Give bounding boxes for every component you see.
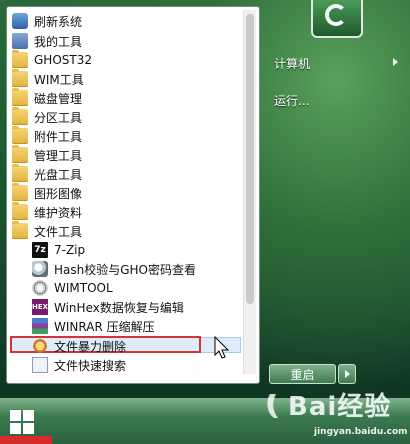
mouse-pointer-icon [214, 336, 230, 359]
menu-folder-accessory-tools[interactable]: 附件工具 [12, 126, 83, 145]
menu-folder-admin-tools[interactable]: 管理工具 [12, 145, 83, 164]
menu-folder-wim-tools[interactable]: WIM工具 [12, 69, 84, 88]
menu-item-label: 维护资料 [34, 205, 83, 220]
menu-item-label: 7-Zip [54, 243, 86, 257]
right-panel-run[interactable]: 运行... [274, 92, 309, 109]
scrollbar-thumb[interactable] [246, 14, 254, 304]
user-avatar[interactable] [311, 0, 363, 38]
menu-folder-disc-tools[interactable]: 光盘工具 [12, 164, 83, 183]
folder-icon [12, 202, 28, 220]
refresh-app-icon [12, 13, 28, 29]
menu-folder-file-tools[interactable]: 文件工具 [12, 221, 83, 240]
start-button-highlight-bar [0, 436, 52, 444]
menu-folder-disk-management[interactable]: 磁盘管理 [12, 88, 83, 107]
menu-item-winhex[interactable]: HEX WinHex数据恢复与编辑 [32, 298, 184, 316]
folder-icon [12, 221, 28, 239]
menu-item-label: 刷新系统 [34, 14, 83, 29]
folder-icon [12, 145, 28, 163]
menu-folder-graphics[interactable]: 图形图像 [12, 183, 83, 202]
folder-icon [12, 69, 28, 87]
7zip-icon: 7z [32, 242, 48, 258]
shutdown-options-arrow-button[interactable] [338, 364, 356, 384]
folder-icon [12, 126, 28, 144]
watermark-brand: Bai经验 [288, 392, 392, 422]
menu-item-winrar[interactable]: WINRAR 压缩解压 [32, 317, 155, 335]
menu-item-label: 我的工具 [34, 34, 83, 49]
menu-item-label: 分区工具 [34, 110, 83, 125]
menu-item-label: 文件暴力删除 [54, 339, 127, 354]
folder-icon [12, 88, 28, 106]
menu-item-label: 文件工具 [34, 224, 83, 239]
winrar-icon [32, 318, 48, 334]
folder-icon [12, 107, 28, 125]
folder-icon [12, 50, 28, 68]
menu-item-label: 光盘工具 [34, 167, 83, 182]
menu-item-label: WIM工具 [34, 72, 84, 87]
hash-icon [32, 261, 48, 277]
menu-item-refresh-system[interactable]: 刷新系统 [12, 12, 82, 30]
file-search-icon [32, 357, 48, 373]
menu-item-label: 管理工具 [34, 148, 83, 163]
folder-icon [12, 164, 28, 182]
menu-item-hash-check[interactable]: Hash校验与GHO密码查看 [32, 260, 196, 278]
menu-item-label: 文件快速搜索 [54, 358, 127, 373]
winhex-icon: HEX [32, 299, 48, 315]
menu-item-label: WIMTOOL [54, 281, 113, 295]
menu-item-force-delete[interactable]: 文件暴力删除 [32, 337, 126, 355]
baidu-paw-logo-icon [267, 394, 278, 418]
menu-item-wimtool[interactable]: WIMTOOL [32, 279, 113, 297]
menu-item-7zip[interactable]: 7z 7-Zip [32, 241, 85, 259]
submenu-arrow-icon [393, 58, 398, 66]
menu-item-file-search[interactable]: 文件快速搜索 [32, 356, 126, 374]
menu-item-label: Hash校验与GHO密码查看 [54, 262, 197, 277]
restart-button[interactable]: 重启 [269, 364, 336, 384]
menu-item-label: 图形图像 [34, 186, 83, 201]
watermark-url: jingyan.baidu.com [314, 427, 408, 437]
wimtool-icon [32, 280, 48, 296]
folder-icon [12, 183, 28, 201]
menu-item-label: WINRAR 压缩解压 [54, 319, 155, 334]
start-button-windows-icon[interactable] [4, 402, 42, 440]
tools-app-icon [12, 33, 28, 49]
menu-item-label: 附件工具 [34, 129, 83, 144]
menu-folder-maintenance[interactable]: 维护资料 [12, 202, 83, 221]
force-delete-icon [32, 338, 48, 354]
menu-item-label: 磁盘管理 [34, 91, 83, 106]
menu-folder-partition-tools[interactable]: 分区工具 [12, 107, 83, 126]
baidu-jingyan-watermark: Bai经验 jingyan.baidu.com [262, 384, 410, 444]
menu-item-label: GHOST32 [34, 53, 92, 67]
right-panel-computer[interactable]: 计算机 [274, 55, 310, 72]
menu-item-label: WinHex数据恢复与编辑 [54, 300, 184, 315]
menu-item-my-tools[interactable]: 我的工具 [12, 32, 82, 50]
menu-folder-ghost32[interactable]: GHOST32 [12, 50, 92, 69]
